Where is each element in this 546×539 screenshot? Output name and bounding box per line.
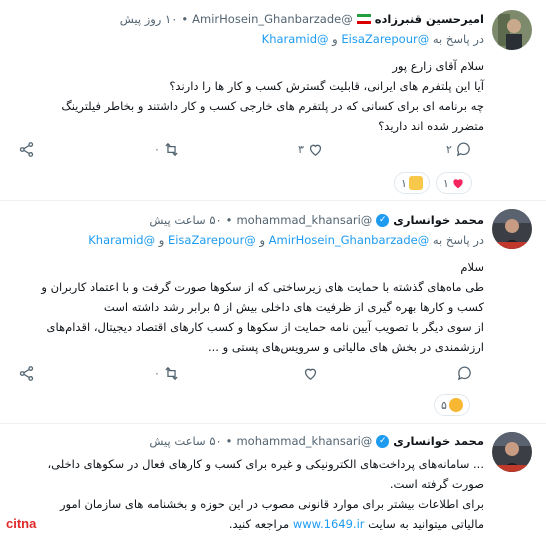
reply-count: ۲ <box>446 143 452 156</box>
mention-link[interactable]: @Kharamid <box>88 233 155 247</box>
post-text-line: سلام <box>460 260 484 274</box>
post-header: محمد خوانساری ✓ @mohammad_khansari • ۵۰ … <box>149 213 484 227</box>
post-header: امیرحسین قنبرزاده @AmirHosein_Ghanbarzad… <box>120 12 484 26</box>
separator-dot: • <box>225 213 233 227</box>
avatar[interactable] <box>492 10 532 50</box>
heart-reaction-icon <box>453 179 463 189</box>
separator-dot: • <box>225 434 233 448</box>
share-icon <box>19 366 34 381</box>
post-body: ... سامانه‌های پرداخت‌های الکترونیکی و غ… <box>4 454 484 534</box>
reaction-pill[interactable]: ۱ <box>394 172 430 194</box>
action-bar: ۲ ۳ ۰ <box>0 141 546 165</box>
verified-badge-icon: ✓ <box>376 434 390 448</box>
post-text-line: ارزشمندی در بخش های مالیاتی و سرویس‌های … <box>207 340 484 354</box>
post-time[interactable]: ۵۰ ساعت پیش <box>149 434 221 448</box>
reply-prefix: در پاسخ به <box>432 32 484 46</box>
share-icon <box>19 142 34 157</box>
retweet-count: ۰ <box>154 143 160 156</box>
reaction-count: ۱ <box>442 176 449 190</box>
iran-flag-icon <box>356 14 371 24</box>
post-text-line: چه برنامه ای برای کسانی که در پلتفرم های… <box>61 99 484 113</box>
post-text-line: کسب و کارها بهره گیری از ظرفیت های داخلی… <box>103 300 484 314</box>
post-text-line: طی ماه‌های گذشته با حمایت های زیرساختی ک… <box>41 280 484 294</box>
like-button[interactable] <box>302 365 319 382</box>
reply-to-line: در پاسخ به @EisaZarepour و @Kharamid <box>262 32 484 46</box>
author-name[interactable]: محمد خوانساری <box>393 434 484 448</box>
heart-icon <box>309 144 322 156</box>
post-3: محمد خوانساری ✓ @mohammad_khansari • ۵۰ … <box>0 424 546 539</box>
reply-to-line: در پاسخ به @AmirHosein_Ghanbarzade و @Ei… <box>88 233 484 247</box>
like-count: ۳ <box>298 143 304 156</box>
share-button[interactable] <box>18 141 35 158</box>
post-text-line: از سوی دیگر با تصویب آیین نامه حمایت از … <box>46 320 484 334</box>
mention-link[interactable]: @EisaZarepour <box>341 32 429 46</box>
post-header: محمد خوانساری ✓ @mohammad_khansari • ۵۰ … <box>149 434 484 448</box>
post-text-line: متضرر شده اند دارید؟ <box>378 119 484 133</box>
reaction-pill[interactable]: ۱ <box>435 172 472 194</box>
reaction-count: ۵ <box>441 398 447 412</box>
website-link[interactable]: www.1649.ir <box>293 517 365 531</box>
citna-logo: citna <box>4 513 54 533</box>
avatar[interactable] <box>492 432 532 472</box>
retweet-icon <box>165 142 178 157</box>
reactions: ۵ <box>434 394 470 416</box>
reply-button[interactable] <box>456 365 473 382</box>
reply-icon <box>457 366 471 381</box>
post-time[interactable]: ۵۰ ساعت پیش <box>149 213 221 227</box>
retweet-icon <box>165 366 178 381</box>
post-text-line: ... سامانه‌های پرداخت‌های الکترونیکی و غ… <box>47 457 484 471</box>
verified-badge-icon: ✓ <box>376 213 390 227</box>
post-text-fragment: مراجعه کنید. <box>228 517 290 531</box>
reactions: ۱ ۱ <box>394 172 472 194</box>
post-text-line: برای اطلاعات بیشتر برای موارد قانونی مصو… <box>59 497 484 511</box>
post-body: سلام طی ماه‌های گذشته با حمایت های زیرسا… <box>4 257 484 357</box>
post-body: سلام آقای زارع پور آیا این پلتفرم های ای… <box>4 56 484 136</box>
reply-conj: و <box>259 233 266 247</box>
author-handle[interactable]: @mohammad_khansari <box>236 213 372 227</box>
author-handle[interactable]: @mohammad_khansari <box>236 434 372 448</box>
retweet-count: ۰ <box>154 367 160 380</box>
reply-button[interactable]: ۲ <box>446 141 472 158</box>
post-time[interactable]: ۱۰ روز پیش <box>120 12 178 26</box>
retweet-button[interactable]: ۰ <box>154 365 180 382</box>
mention-link[interactable]: @AmirHosein_Ghanbarzade <box>269 233 430 247</box>
retweet-button[interactable]: ۰ <box>154 141 180 158</box>
author-handle[interactable]: @AmirHosein_Ghanbarzade <box>192 12 353 26</box>
action-bar: ۰ <box>0 365 546 389</box>
reaction-pill[interactable]: ۵ <box>434 394 470 416</box>
thumbs-up-icon <box>408 176 423 190</box>
post-text-line: مالیاتی میتوانید به سایت www.1649.ir مرا… <box>4 514 484 534</box>
mention-link[interactable]: @EisaZarepour <box>168 233 256 247</box>
heart-icon <box>304 368 317 380</box>
post-1: امیرحسین قنبرزاده @AmirHosein_Ghanbarzad… <box>0 0 546 200</box>
post-text-line: آیا این پلتفرم های ایرانی، قابلیت گسترش … <box>169 79 484 93</box>
post-text-line: صورت گرفته است. <box>389 477 484 491</box>
separator-dot: • <box>181 12 189 26</box>
like-button[interactable]: ۳ <box>298 141 324 158</box>
post-text-fragment: مالیاتی میتوانید به سایت <box>368 517 484 531</box>
author-name[interactable]: امیرحسین قنبرزاده <box>375 12 484 26</box>
reply-conj: و <box>158 233 165 247</box>
reply-prefix: در پاسخ به <box>432 233 484 247</box>
post-text-line: سلام آقای زارع پور <box>392 59 484 73</box>
share-button[interactable] <box>18 365 35 382</box>
reply-conj: و <box>332 32 338 46</box>
clapping-hands-icon <box>448 398 463 412</box>
author-name[interactable]: محمد خوانساری <box>393 213 484 227</box>
reaction-count: ۱ <box>401 176 407 190</box>
svg-text:citna: citna <box>6 516 37 531</box>
post-2: محمد خوانساری ✓ @mohammad_khansari • ۵۰ … <box>0 201 546 423</box>
avatar[interactable] <box>492 209 532 249</box>
mention-link[interactable]: @Kharamid <box>262 32 329 46</box>
reply-icon <box>456 142 470 157</box>
